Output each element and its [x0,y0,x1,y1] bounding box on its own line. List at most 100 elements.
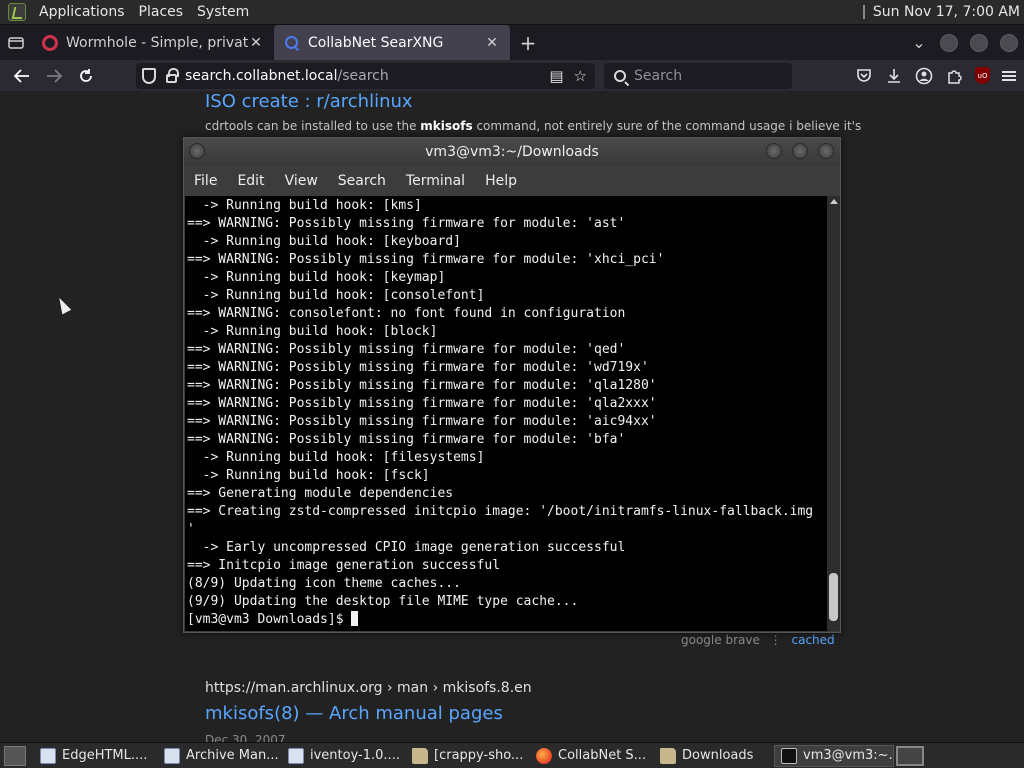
reload-button[interactable] [70,60,102,91]
result-title-link[interactable]: ISO create : r/archlinux [205,91,413,112]
result-url[interactable]: https://man.archlinux.org › man › mkisof… [205,680,532,696]
bottom-taskbar: EdgeHTML.... Archive Man... iventoy-1.0.… [0,742,1024,768]
lock-icon[interactable] [166,67,179,83]
forward-button[interactable] [38,60,70,91]
bookmark-star-icon[interactable]: ☆ [574,67,587,85]
terminal-line: ==> WARNING: Possibly missing firmware f… [187,432,626,447]
terminal-line: -> Running build hook: [consolefont] [187,288,485,303]
workspace-switcher[interactable] [896,745,924,766]
reader-view-icon[interactable]: ▤ [549,67,563,85]
menu-terminal[interactable]: Terminal [396,173,475,189]
maximize-button[interactable] [970,33,988,52]
opera-icon [42,34,58,51]
extensions-puzzle-icon[interactable] [945,67,963,85]
terminal-line: ==> Initcpio image generation successful [187,558,501,573]
menu-help[interactable]: Help [475,173,527,189]
search-bar[interactable]: Search [604,63,792,89]
minimize-button[interactable] [766,143,782,159]
terminal-prompt-line: [vm3@vm3 Downloads]$ [187,611,827,629]
minimize-button[interactable] [940,33,958,52]
tab-title: Wormhole - Simple, private file [66,34,248,51]
terminal-line: ==> WARNING: Possibly missing firmware f… [187,414,657,429]
menu-file[interactable]: File [184,173,227,189]
firefox-icon [536,747,552,764]
cached-link[interactable]: cached [792,633,835,647]
new-tab-button[interactable]: + [510,25,546,60]
terminal-title: vm3@vm3:~/Downloads [425,144,599,160]
forward-arrow-icon [47,68,62,83]
taskbar-item[interactable]: EdgeHTML.... [34,745,156,767]
browser-tab-bar: Wormhole - Simple, private file ✕ Collab… [0,25,1024,60]
top-panel: Applications Places System Sun Nov 17, 7… [0,0,1024,25]
system-menu[interactable]: System [190,4,256,20]
terminal-line: (9/9) Updating the desktop file MIME typ… [187,594,579,609]
terminal-line: -> Running build hook: [keymap] [187,270,446,285]
show-desktop-button[interactable] [4,745,26,766]
menu-edit[interactable]: Edit [227,173,274,189]
folder-icon [660,747,676,764]
terminal-menubar: File Edit View Search Terminal Help [184,166,840,196]
chevron-down-icon[interactable]: ⌄ [904,33,934,52]
pocket-icon[interactable] [855,67,873,85]
hamburger-menu-icon[interactable] [1002,70,1016,81]
account-icon[interactable] [915,67,933,85]
url-path: /search [337,68,389,84]
document-icon [288,747,304,764]
maximize-button[interactable] [792,143,808,159]
clock-applet[interactable]: Sun Nov 17, 7:00 AM [862,4,1024,20]
back-button[interactable] [6,60,38,91]
url-bar[interactable]: search.collabnet.local/search ▤ ☆ [136,63,595,89]
result-title-link[interactable]: mkisofs(8) — Arch manual pages [205,703,503,724]
terminal-line: -> Running build hook: [fsck] [187,468,430,483]
tab-collabnet-searxng[interactable]: CollabNet SearXNG ✕ [274,25,510,60]
places-menu[interactable]: Places [132,4,191,20]
download-icon[interactable] [885,67,903,85]
taskbar-item[interactable]: Archive Man... [158,745,280,767]
tab-list-icon [8,36,24,49]
terminal-window[interactable]: vm3@vm3:~/Downloads File Edit View Searc… [183,137,841,633]
terminal-line: (8/9) Updating icon theme caches... [187,576,461,591]
terminal-line: -> Running build hook: [filesystems] [187,450,485,465]
document-icon [40,747,56,764]
tab-list-button[interactable] [0,25,32,60]
tab-wormhole[interactable]: Wormhole - Simple, private file ✕ [32,25,274,60]
taskbar-item[interactable]: [crappy-sho... [406,745,528,767]
terminal-line: -> Running build hook: [block] [187,324,438,339]
terminal-line: ==> WARNING: Possibly missing firmware f… [187,252,665,267]
menu-view[interactable]: View [275,173,328,189]
terminal-line: -> Early uncompressed CPIO image generat… [187,540,626,555]
close-window-button[interactable] [1000,33,1018,52]
taskbar-item-active[interactable]: vm3@vm3:~... [774,744,894,767]
mouse-pointer-icon [54,295,72,315]
url-text[interactable]: search.collabnet.local/search [185,68,389,84]
terminal-icon [781,747,797,764]
text-cursor [351,611,359,626]
taskbar-item[interactable]: iventoy-1.0.... [282,745,404,767]
scrollbar-thumb[interactable] [829,573,838,621]
taskbar-item[interactable]: Downloads [654,745,772,767]
menu-search[interactable]: Search [328,173,396,189]
close-window-button[interactable] [818,143,834,159]
terminal-screen[interactable]: -> Running build hook: [kms] ==> WARNING:… [185,196,827,631]
terminal-titlebar[interactable]: vm3@vm3:~/Downloads [184,138,840,166]
terminal-line: ==> Creating zstd-compressed initcpio im… [187,504,814,519]
terminal-line: ==> WARNING: Possibly missing firmware f… [187,342,626,357]
applications-menu[interactable]: Applications [32,4,132,20]
terminal-line: ==> WARNING: consolefont: no font found … [187,306,626,321]
folder-icon [412,747,428,764]
reload-icon [80,68,92,82]
scroll-up-arrow-icon[interactable] [830,199,838,204]
terminal-line: ==> Generating module dependencies [187,486,454,501]
terminal-line: ==> WARNING: Possibly missing firmware f… [187,216,626,231]
ublock-origin-icon[interactable]: uO [975,67,990,84]
close-tab-icon[interactable]: ✕ [248,35,264,51]
clock-text: Sun Nov 17, 7:00 AM [872,4,1020,20]
terminal-scrollbar[interactable] [827,196,840,631]
panel-handle [862,5,865,19]
document-icon [164,747,180,764]
tracking-protection-shield-icon[interactable] [142,68,156,84]
taskbar-item[interactable]: CollabNet S... [530,745,652,767]
distro-logo-icon[interactable] [8,3,26,21]
close-tab-icon[interactable]: ✕ [484,35,500,51]
search-icon [284,35,300,51]
